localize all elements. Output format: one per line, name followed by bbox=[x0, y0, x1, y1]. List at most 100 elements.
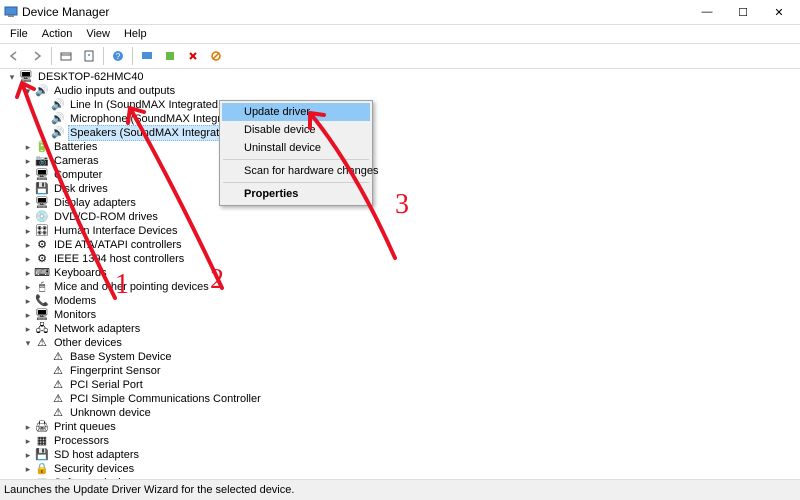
menu-view[interactable]: View bbox=[80, 27, 116, 41]
expand-icon[interactable]: ▸ bbox=[22, 211, 34, 223]
menu-properties[interactable]: Properties bbox=[222, 185, 370, 203]
collapse-icon[interactable]: ▾ bbox=[6, 71, 18, 83]
update-button[interactable] bbox=[159, 45, 181, 67]
expand-icon[interactable]: ▸ bbox=[22, 449, 34, 461]
category-item[interactable]: ▸⚙IEEE 1394 host controllers bbox=[4, 252, 800, 266]
expand-icon[interactable]: ▸ bbox=[22, 281, 34, 293]
expand-icon[interactable]: ▸ bbox=[22, 295, 34, 307]
category-label: Keyboards bbox=[52, 266, 109, 280]
category-item[interactable]: ▸🖧Network adapters bbox=[4, 322, 800, 336]
category-item[interactable]: ▸💿DVD/CD-ROM drives bbox=[4, 210, 800, 224]
category-label: Other devices bbox=[52, 336, 124, 350]
window-controls: — ☐ ✕ bbox=[690, 2, 796, 22]
category-item[interactable]: ▸🔋Batteries bbox=[4, 140, 800, 154]
category-item[interactable]: ▸🔒Security devices bbox=[4, 462, 800, 476]
app-icon bbox=[4, 5, 18, 19]
menu-action[interactable]: Action bbox=[36, 27, 79, 41]
collapse-icon[interactable]: ▾ bbox=[22, 85, 34, 97]
expand-icon[interactable]: ▸ bbox=[22, 225, 34, 237]
expand-icon[interactable]: ▸ bbox=[22, 421, 34, 433]
modem-icon: 📞 bbox=[35, 294, 49, 308]
category-item[interactable]: ▸▦Processors bbox=[4, 434, 800, 448]
help-button[interactable]: ? bbox=[107, 45, 129, 67]
menu-update-driver[interactable]: Update driver bbox=[222, 103, 370, 121]
category-item[interactable]: ▸📞Modems bbox=[4, 294, 800, 308]
expand-icon[interactable]: ▸ bbox=[22, 267, 34, 279]
category-item[interactable]: ▸🖱Mice and other pointing devices bbox=[4, 280, 800, 294]
category-label: Audio inputs and outputs bbox=[52, 84, 177, 98]
disable-button[interactable] bbox=[205, 45, 227, 67]
speaker-icon: 🔊 bbox=[51, 112, 65, 126]
device-item[interactable]: ⚠PCI Serial Port bbox=[4, 378, 800, 392]
scan-button[interactable] bbox=[136, 45, 158, 67]
category-item[interactable]: ▸🖥Monitors bbox=[4, 308, 800, 322]
disk-icon: 💾 bbox=[35, 182, 49, 196]
menu-scan-hardware[interactable]: Scan for hardware changes bbox=[222, 162, 370, 180]
warning-icon: ⚠ bbox=[51, 350, 65, 364]
category-item[interactable]: ▸🖥Computer bbox=[4, 168, 800, 182]
expand-icon[interactable]: ▸ bbox=[22, 239, 34, 251]
device-line-in[interactable]: 🔊Line In (SoundMAX Integrated Digital HD… bbox=[4, 98, 800, 112]
battery-icon: 🔋 bbox=[35, 140, 49, 154]
device-item[interactable]: ⚠PCI Simple Communications Controller bbox=[4, 392, 800, 406]
warning-icon: ⚠ bbox=[51, 392, 65, 406]
warning-icon: ⚠ bbox=[51, 364, 65, 378]
category-label: Computer bbox=[52, 168, 104, 182]
menu-uninstall-device[interactable]: Uninstall device bbox=[222, 139, 370, 157]
uninstall-button[interactable] bbox=[182, 45, 204, 67]
device-tree[interactable]: ▾🖥DESKTOP-62HMC40 ▾🔊Audio inputs and out… bbox=[0, 68, 800, 482]
window-title: Device Manager bbox=[22, 5, 690, 19]
category-item[interactable]: ▸⚙IDE ATA/ATAPI controllers bbox=[4, 238, 800, 252]
show-hidden-button[interactable] bbox=[55, 45, 77, 67]
expand-icon[interactable]: ▸ bbox=[22, 197, 34, 209]
context-menu: Update driver Disable device Uninstall d… bbox=[219, 100, 373, 206]
menu-help[interactable]: Help bbox=[118, 27, 153, 41]
expand-icon[interactable]: ▸ bbox=[22, 323, 34, 335]
expand-icon[interactable]: ▸ bbox=[22, 183, 34, 195]
category-item[interactable]: ▸🎛Human Interface Devices bbox=[4, 224, 800, 238]
maximize-button[interactable]: ☐ bbox=[726, 2, 760, 22]
category-item[interactable]: ▸💾Disk drives bbox=[4, 182, 800, 196]
expand-icon[interactable]: ▸ bbox=[22, 169, 34, 181]
close-button[interactable]: ✕ bbox=[762, 2, 796, 22]
expand-icon[interactable]: ▸ bbox=[22, 435, 34, 447]
device-item[interactable]: ⚠Fingerprint Sensor bbox=[4, 364, 800, 378]
device-item[interactable]: ⚠Base System Device bbox=[4, 350, 800, 364]
expand-icon[interactable]: ▸ bbox=[22, 309, 34, 321]
status-text: Launches the Update Driver Wizard for th… bbox=[4, 484, 294, 496]
category-item[interactable]: ▸🖨Print queues bbox=[4, 420, 800, 434]
category-item[interactable]: ▸🖥Display adapters bbox=[4, 196, 800, 210]
toolbar: ? bbox=[0, 43, 800, 69]
back-button[interactable] bbox=[3, 45, 25, 67]
minimize-button[interactable]: — bbox=[690, 2, 724, 22]
category-item[interactable]: ▸💾SD host adapters bbox=[4, 448, 800, 462]
device-speakers[interactable]: 🔊Speakers (SoundMAX Integrated Digital H… bbox=[4, 126, 800, 140]
category-other[interactable]: ▾⚠Other devices bbox=[4, 336, 800, 350]
security-icon: 🔒 bbox=[35, 462, 49, 476]
device-microphone[interactable]: 🔊Microphone (SoundMAX Integrated Digital… bbox=[4, 112, 800, 126]
device-label: Fingerprint Sensor bbox=[68, 364, 163, 378]
ieee-icon: ⚙ bbox=[35, 252, 49, 266]
monitor-icon: 🖥 bbox=[35, 308, 49, 322]
expand-icon[interactable]: ▸ bbox=[22, 155, 34, 167]
collapse-icon[interactable]: ▾ bbox=[22, 337, 34, 349]
properties-button[interactable] bbox=[78, 45, 100, 67]
category-item[interactable]: ▸📷Cameras bbox=[4, 154, 800, 168]
speaker-icon: 🔊 bbox=[51, 126, 65, 140]
category-item[interactable]: ▸⌨Keyboards bbox=[4, 266, 800, 280]
category-label: Disk drives bbox=[52, 182, 110, 196]
svg-text:?: ? bbox=[116, 52, 121, 61]
menu-disable-device[interactable]: Disable device bbox=[222, 121, 370, 139]
expand-icon[interactable]: ▸ bbox=[22, 141, 34, 153]
menu-file[interactable]: File bbox=[4, 27, 34, 41]
device-item[interactable]: ⚠Unknown device bbox=[4, 406, 800, 420]
expand-icon[interactable]: ▸ bbox=[22, 463, 34, 475]
tree-root[interactable]: ▾🖥DESKTOP-62HMC40 bbox=[4, 70, 800, 84]
category-audio[interactable]: ▾🔊Audio inputs and outputs bbox=[4, 84, 800, 98]
forward-button[interactable] bbox=[26, 45, 48, 67]
toolbar-separator bbox=[132, 47, 133, 65]
menu-bar: File Action View Help bbox=[0, 25, 800, 43]
category-label: Network adapters bbox=[52, 322, 142, 336]
device-label: Base System Device bbox=[68, 350, 173, 364]
expand-icon[interactable]: ▸ bbox=[22, 253, 34, 265]
